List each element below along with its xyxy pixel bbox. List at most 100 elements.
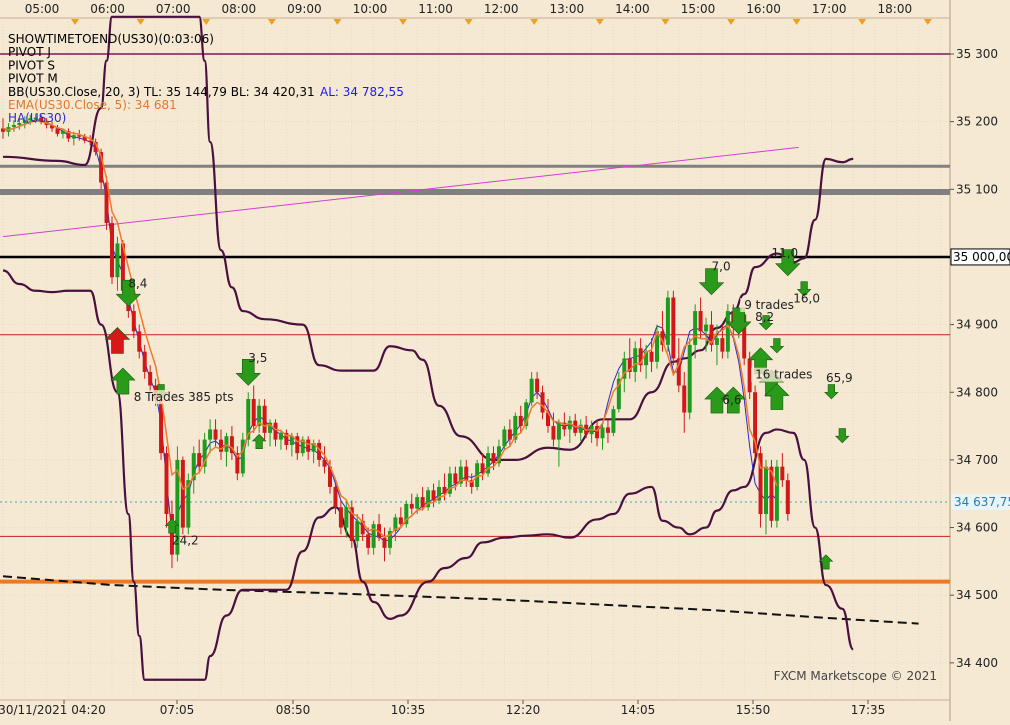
- candle-body: [780, 466, 785, 481]
- price-tick-label: 34 600: [956, 521, 998, 535]
- top-time-label: 14:00: [615, 2, 650, 16]
- candle-body: [110, 223, 114, 278]
- chart-svg[interactable]: 05:00 06:00 07:00 08:00 09:00 10:00 11:00 12:00…: [0, 0, 1010, 721]
- trade-annotation: 16,0: [793, 291, 820, 305]
- bottom-time-label: 30/11/2021 04:20: [0, 703, 106, 717]
- legend-entry: EMA(US30.Close, 5): 34 681: [8, 98, 177, 112]
- candle-body: [687, 344, 692, 413]
- price-tick-label: 35 300: [956, 47, 998, 61]
- candle-body: [306, 439, 311, 452]
- top-time-label: 10:00: [353, 2, 388, 16]
- price-tick-label: 35 200: [956, 115, 998, 129]
- candle-body: [649, 351, 654, 362]
- bottom-time-label: 07:05: [160, 703, 195, 717]
- price-tick-label: 35 100: [956, 182, 998, 196]
- candle-body: [540, 392, 545, 413]
- candle-body: [693, 311, 698, 345]
- bottom-time-label: 10:35: [391, 703, 426, 717]
- candle-body: [164, 453, 169, 515]
- candle-body: [137, 331, 142, 352]
- candle-body: [131, 311, 136, 332]
- candle-body: [208, 429, 213, 440]
- bottom-time-label: 12:20: [506, 703, 541, 717]
- price-tick-label: 34 800: [956, 385, 998, 399]
- candle-body: [551, 426, 556, 440]
- candle-body: [671, 297, 676, 359]
- candle-body: [338, 507, 343, 528]
- candle-body: [785, 480, 790, 515]
- trade-annotation: 8 Trades 385 pts: [134, 390, 234, 404]
- candle-body: [142, 351, 147, 372]
- candle-body: [720, 338, 725, 352]
- candle-body: [665, 297, 670, 345]
- candle-body: [502, 429, 507, 447]
- trade-annotation: 7,0: [712, 259, 731, 273]
- price-tick-label: 34 700: [956, 453, 998, 467]
- candle-body: [322, 459, 327, 467]
- top-time-label: 17:00: [812, 2, 847, 16]
- candle-body: [60, 131, 65, 134]
- bottom-time-label: 08:50: [276, 703, 311, 717]
- price-tick-label: 34 500: [956, 588, 998, 602]
- candle-body: [491, 453, 496, 464]
- candle-body: [600, 427, 605, 439]
- top-time-label: 09:00: [287, 2, 322, 16]
- candle-body: [197, 453, 202, 467]
- candle-body: [71, 135, 76, 139]
- candle-body: [371, 524, 376, 548]
- top-time-label: 18:00: [878, 2, 913, 16]
- candle-body: [518, 415, 523, 427]
- trade-annotation: 3,5: [248, 351, 267, 365]
- candle-body: [398, 517, 403, 525]
- candle-body: [431, 490, 436, 501]
- candle-body: [475, 463, 480, 487]
- candle-body: [262, 405, 267, 433]
- bottom-time-label: 15:50: [736, 703, 771, 717]
- candle-body: [764, 466, 768, 515]
- candle-body: [507, 429, 512, 440]
- candle-body: [556, 422, 561, 440]
- current-price-label: 34 637,75: [954, 495, 1010, 509]
- legend-entry: SHOWTIMETOEND(US30)(0:03:06): [8, 32, 214, 46]
- candle-body: [88, 140, 93, 143]
- candle-body: [774, 466, 779, 521]
- legend-entry: BB(US30.Close, 20, 3) TL: 35 144,79 BL: …: [8, 85, 315, 99]
- price-chart[interactable]: 05:00 06:00 07:00 08:00 09:00 10:00 11:00 12:00…: [0, 0, 1010, 721]
- price-tick-label: 34 400: [956, 656, 998, 670]
- candle-body: [453, 473, 458, 484]
- price-axis-background: [950, 0, 1010, 721]
- candle-body: [11, 125, 16, 128]
- candle-body: [180, 459, 185, 528]
- candle-body: [529, 378, 534, 403]
- candle-body: [535, 378, 540, 393]
- bottom-time-label: 14:05: [621, 703, 656, 717]
- candle-body: [747, 358, 752, 393]
- top-time-label: 06:00: [90, 2, 125, 16]
- candle-body: [633, 348, 638, 372]
- top-time-label: 12:00: [484, 2, 519, 16]
- trade-annotation: 8,2: [755, 310, 774, 324]
- candle-body: [725, 311, 730, 352]
- candle-body: [682, 385, 687, 413]
- legend-entry: PIVOT J: [8, 45, 51, 59]
- candle-body: [415, 497, 420, 509]
- candle-body: [355, 520, 360, 542]
- highlighted-price-label: 35 000,00: [953, 250, 1010, 264]
- candle-body: [295, 436, 300, 454]
- trade-annotation: 24,2: [172, 533, 199, 547]
- candle-body: [464, 466, 469, 481]
- legend-entry-extra: AL: 34 782,55: [320, 85, 404, 99]
- candle-body: [382, 537, 387, 548]
- candle-body: [698, 311, 703, 332]
- price-tick-label: 34 900: [956, 318, 998, 332]
- trade-annotation: 6,6: [722, 393, 741, 407]
- legend-entry: PIVOT M: [8, 72, 58, 86]
- candle-body: [219, 439, 223, 452]
- trade-annotation: 11,0: [771, 246, 798, 260]
- candle-body: [148, 371, 153, 386]
- top-time-label: 05:00: [25, 2, 60, 16]
- candle-body: [251, 399, 256, 427]
- top-time-label: 15:00: [681, 2, 716, 16]
- trade-annotation: 16 trades: [755, 368, 812, 382]
- candle-body: [55, 128, 60, 134]
